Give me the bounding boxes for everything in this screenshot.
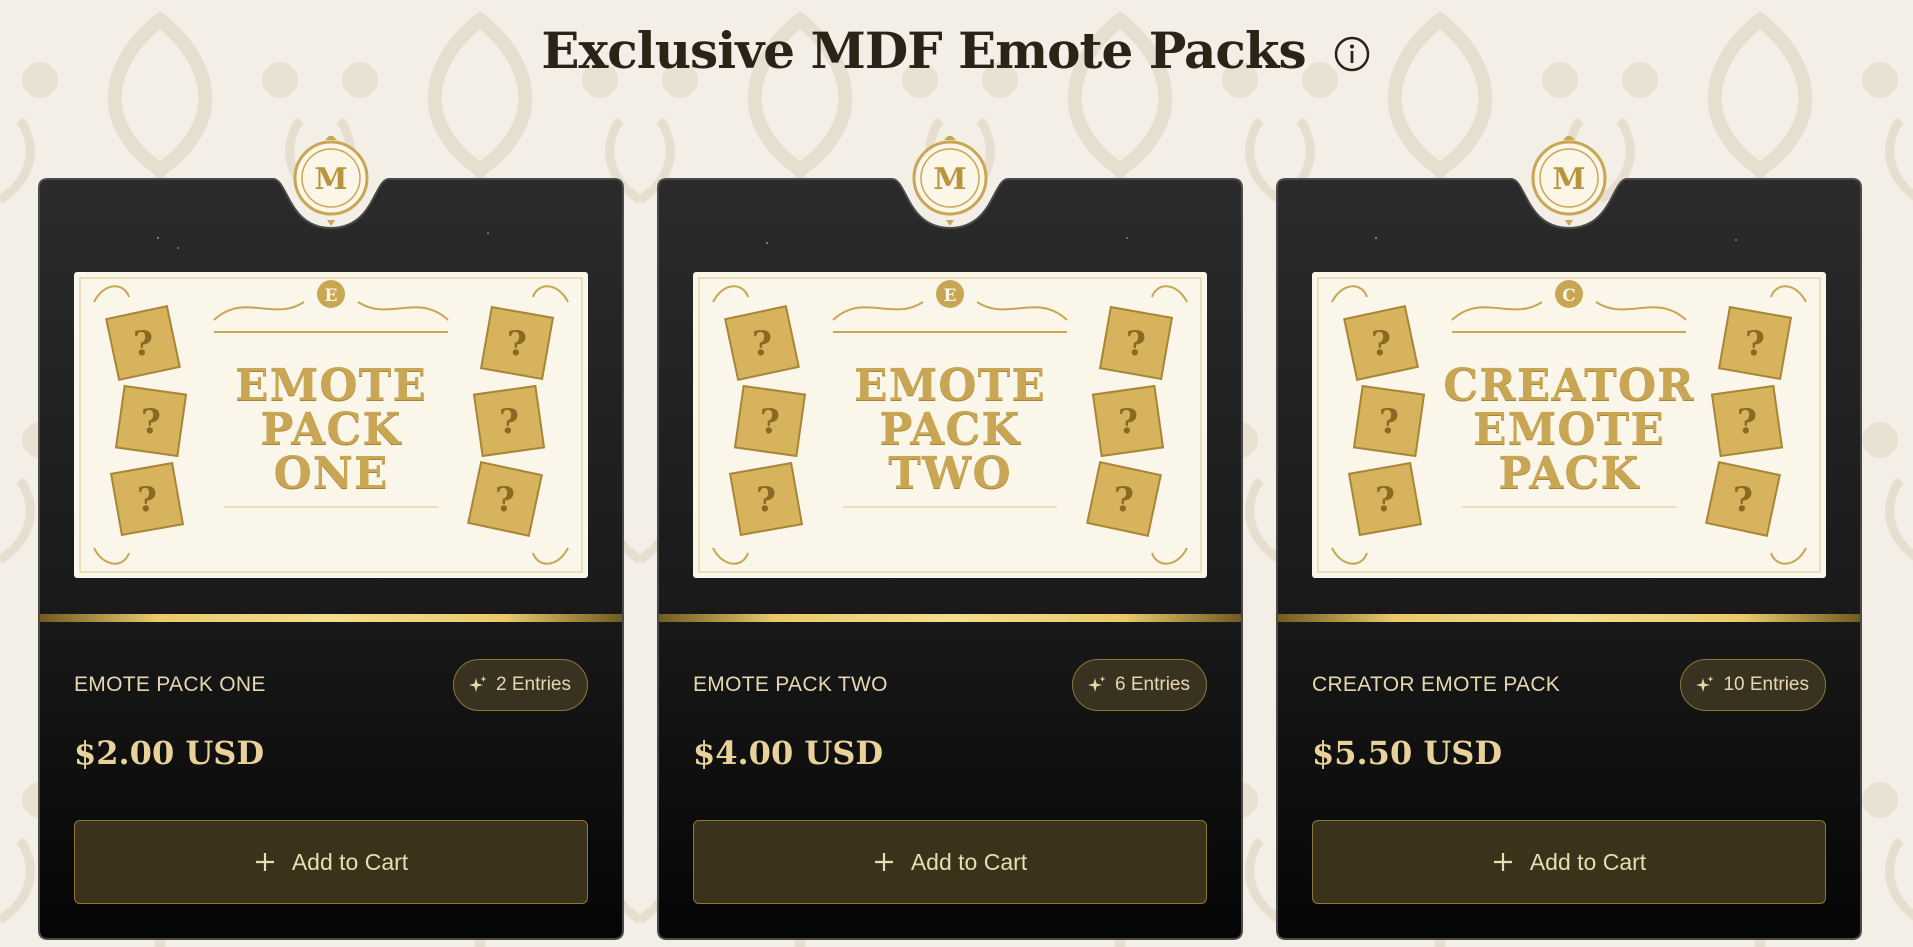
add-to-cart-label: Add to Cart (1529, 848, 1647, 875)
pack-name: CREATOR EMOTE PACK (1312, 673, 1561, 696)
crest-letter: E (944, 286, 957, 306)
add-to-cart-label: Add to Cart (910, 848, 1028, 875)
pack-card: M E ??? ??? EMOTE PACK TWO EMOTE PACK TW… (657, 136, 1243, 940)
crest-letter: C (1562, 286, 1576, 306)
monogram-medallion: M (293, 136, 369, 226)
pack-card: M E ??? ??? EMOTE PACK ONE EMOTE PACK ON… (38, 136, 624, 940)
medallion-letter: M (933, 162, 966, 197)
gold-divider (40, 614, 622, 622)
svg-text:?: ? (1371, 324, 1391, 364)
pack-art-title: EMOTE PACK ONE (235, 360, 427, 499)
pack-art-title: CREATOR EMOTE PACK (1443, 360, 1695, 499)
sparkle-icon (1696, 676, 1714, 692)
pack-artwork: E ??? ??? EMOTE PACK TWO (693, 272, 1207, 578)
pack-artwork: C ??? ??? CREATOR EMOTE PACK (1312, 272, 1826, 578)
add-to-cart-button[interactable]: Add to Cart (1312, 820, 1826, 904)
entries-badge: 6 Entries (1072, 659, 1207, 711)
crest-letter: E (325, 286, 338, 306)
entries-label: 10 Entries (1723, 674, 1809, 695)
pack-name: EMOTE PACK ONE (74, 673, 266, 696)
svg-text:?: ? (752, 324, 772, 364)
svg-text:?: ? (1126, 324, 1146, 364)
add-to-cart-label: Add to Cart (291, 848, 409, 875)
svg-text:?: ? (133, 324, 153, 364)
pack-price: $2.00 USD (74, 734, 265, 772)
plus-icon (1493, 853, 1512, 871)
pack-name: EMOTE PACK TWO (693, 673, 888, 696)
sparkle-icon (1088, 676, 1106, 692)
pack-art-title: EMOTE PACK TWO (854, 360, 1046, 499)
page-header: Exclusive MDF Emote Packs (0, 10, 1913, 90)
info-icon[interactable] (1332, 34, 1372, 74)
pack-artwork: E ??? ??? EMOTE PACK ONE (74, 272, 588, 578)
svg-text:?: ? (507, 324, 527, 364)
entries-label: 2 Entries (496, 674, 571, 695)
gold-divider (1278, 614, 1860, 622)
pack-price: $5.50 USD (1312, 734, 1503, 772)
sparkle-icon (469, 676, 487, 692)
page-title: Exclusive MDF Emote Packs (541, 20, 1306, 80)
plus-icon (255, 853, 274, 871)
entries-badge: 2 Entries (453, 659, 588, 711)
medallion-letter: M (1552, 162, 1585, 197)
entries-label: 6 Entries (1115, 674, 1190, 695)
add-to-cart-button[interactable]: Add to Cart (693, 820, 1207, 904)
plus-icon (874, 853, 893, 871)
gold-divider (659, 614, 1241, 622)
medallion-letter: M (314, 162, 347, 197)
add-to-cart-button[interactable]: Add to Cart (74, 820, 588, 904)
monogram-medallion: M (912, 136, 988, 226)
monogram-medallion: M (1531, 136, 1607, 226)
svg-text:?: ? (1745, 324, 1765, 364)
entries-badge: 10 Entries (1680, 659, 1826, 711)
pack-price: $4.00 USD (693, 734, 884, 772)
pack-card: M C ??? ??? CREATOR EMOTE PACK CREATOR E… (1276, 136, 1862, 940)
